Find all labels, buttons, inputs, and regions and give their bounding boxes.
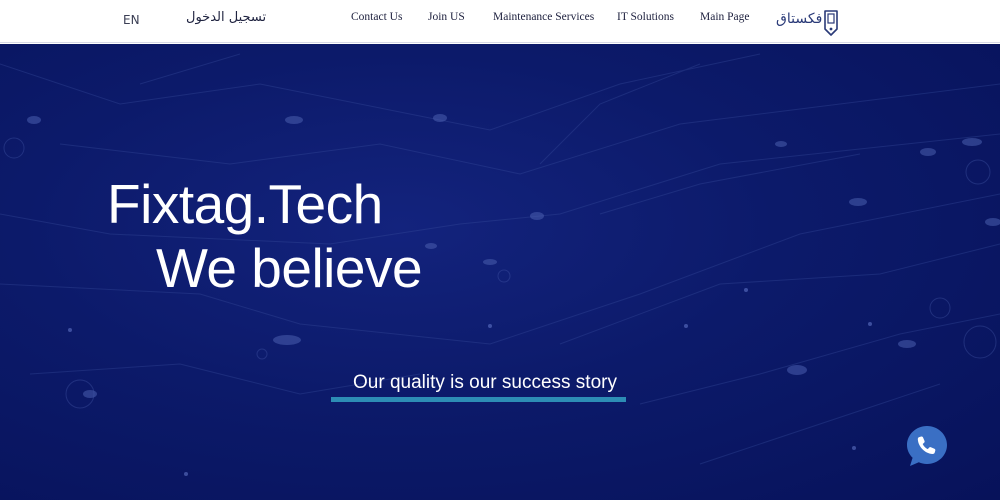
logo-text: فكستاق [776,11,823,27]
language-switch[interactable]: EN [123,13,140,27]
nav-it-solutions[interactable]: IT Solutions [617,11,674,23]
phone-chat-icon[interactable] [905,424,949,468]
login-link[interactable]: تسجيل الدخول [186,10,266,25]
site-logo[interactable]: فكستاق [776,9,846,37]
phone-tag-icon [824,10,838,36]
hero-tagline: Our quality is our success story [353,372,617,393]
nav-maintenance-services[interactable]: Maintenance Services [493,11,594,23]
nav-contact-us[interactable]: Contact Us [351,11,402,23]
tagline-underline [331,397,626,402]
circuit-background [0,53,1000,476]
top-navigation-bar: EN تسجيل الدخول Contact Us Join US Maint… [0,0,1000,43]
nav-join-us[interactable]: Join US [428,11,465,23]
hero-banner: Fixtag.Tech We believe Our quality is ou… [0,44,1000,500]
nav-main-page[interactable]: Main Page [700,11,750,23]
hero-headline-line1: Fixtag.Tech [107,173,383,235]
hero-headline-line2: We believe [156,237,423,299]
